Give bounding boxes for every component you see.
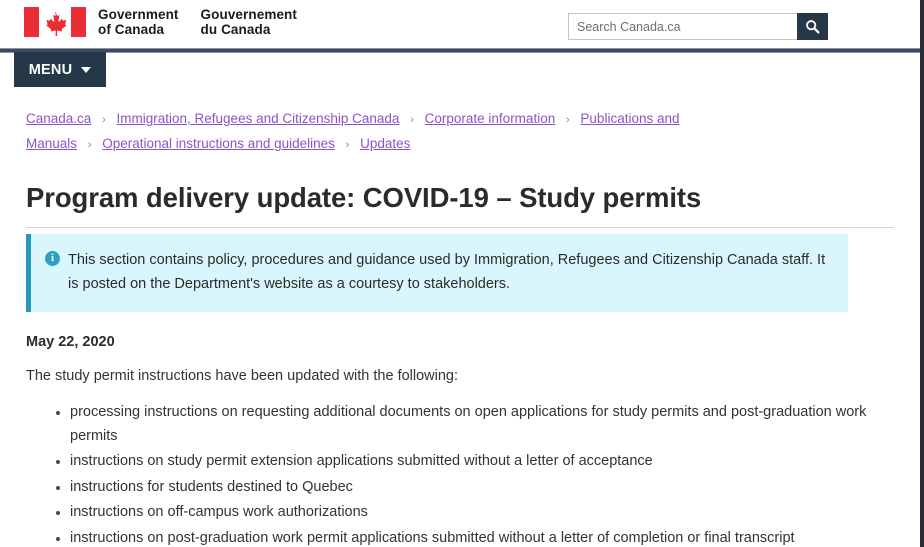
breadcrumb-separator: › bbox=[87, 139, 92, 151]
wordmark-english: Government of Canada bbox=[98, 7, 179, 37]
update-list: processing instructions on requesting ad… bbox=[26, 401, 894, 547]
title-divider bbox=[26, 227, 894, 228]
breadcrumb: Canada.ca › Immigration, Refugees and Ci… bbox=[26, 107, 726, 157]
breadcrumb-item-5[interactable]: Updates bbox=[360, 136, 410, 151]
list-item: processing instructions on requesting ad… bbox=[56, 401, 871, 448]
page-title: Program delivery update: COVID-19 – Stud… bbox=[26, 182, 702, 213]
global-header: Government of Canada Gouvernement du Can… bbox=[0, 0, 920, 48]
breadcrumb-separator: › bbox=[410, 114, 414, 126]
menu-button[interactable]: MENU bbox=[14, 52, 106, 87]
menu-button-label: MENU bbox=[28, 61, 73, 78]
list-item: instructions for students destined to Qu… bbox=[56, 476, 871, 500]
update-intro: The study permit instructions have been … bbox=[26, 368, 459, 384]
list-item: instructions on post-graduation work per… bbox=[56, 527, 871, 547]
update-date: May 22, 2020 bbox=[26, 334, 115, 350]
wordmark-text: Government of Canada Gouvernement du Can… bbox=[98, 6, 297, 37]
policy-notice-box: i This section contains policy, procedur… bbox=[26, 234, 848, 312]
search-icon bbox=[805, 19, 820, 34]
menu-bar: MENU bbox=[0, 52, 920, 89]
breadcrumb-separator: › bbox=[102, 114, 106, 126]
info-circle-icon: i bbox=[45, 251, 60, 266]
list-item: instructions on off-campus work authoriz… bbox=[56, 501, 871, 525]
page-root: Government of Canada Gouvernement du Can… bbox=[0, 0, 924, 547]
breadcrumb-item-2[interactable]: Corporate information bbox=[425, 111, 556, 126]
breadcrumb-item-0[interactable]: Canada.ca bbox=[26, 111, 91, 126]
breadcrumb-item-1[interactable]: Immigration, Refugees and Citizenship Ca… bbox=[117, 111, 400, 126]
chevron-down-icon bbox=[81, 66, 92, 73]
search-button[interactable] bbox=[797, 13, 828, 40]
wordmark-french: Gouvernement du Canada bbox=[200, 7, 298, 37]
policy-notice-text: This section contains policy, procedures… bbox=[68, 252, 826, 292]
breadcrumb-separator: › bbox=[565, 114, 570, 126]
government-of-canada-brand[interactable]: Government of Canada Gouvernement du Can… bbox=[24, 6, 297, 37]
list-item: instructions on study permit extension a… bbox=[56, 450, 871, 474]
breadcrumb-separator: › bbox=[345, 139, 350, 151]
site-search bbox=[568, 13, 828, 40]
main-content: Canada.ca › Immigration, Refugees and Ci… bbox=[0, 107, 920, 547]
breadcrumb-item-4[interactable]: Operational instructions and guidelines bbox=[102, 136, 335, 151]
search-input[interactable] bbox=[568, 13, 797, 40]
canada-flag-wordmark-icon bbox=[24, 6, 86, 37]
